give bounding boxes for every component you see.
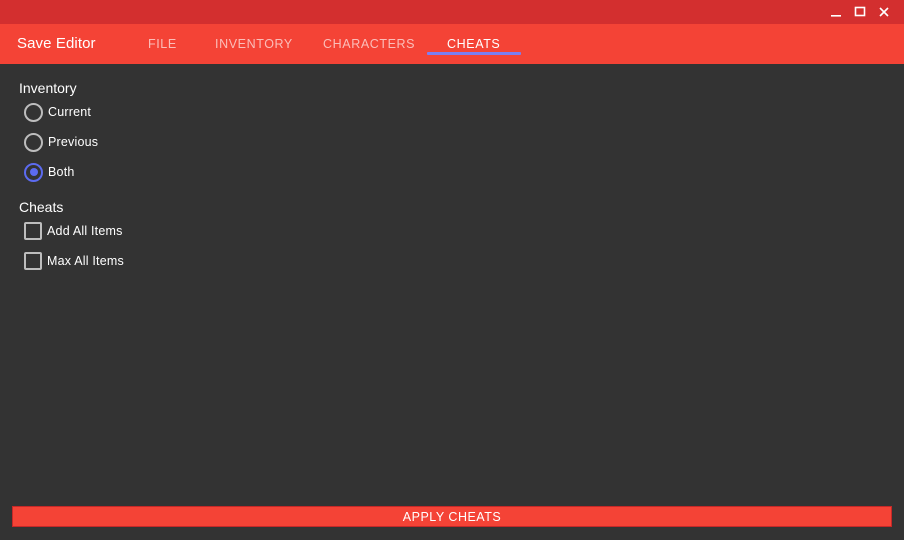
checkbox-add-all-items-box[interactable] bbox=[24, 222, 42, 240]
radio-both-circle[interactable] bbox=[24, 162, 43, 182]
apply-cheats-button[interactable]: APPLY CHEATS bbox=[12, 506, 892, 527]
tab-file[interactable]: FILE bbox=[148, 37, 177, 51]
maximize-icon[interactable] bbox=[851, 3, 869, 21]
checkbox-max-all-items-box[interactable] bbox=[24, 252, 42, 270]
cheats-heading: Cheats bbox=[19, 199, 64, 215]
inventory-heading: Inventory bbox=[19, 80, 77, 96]
app-title: Save Editor bbox=[17, 35, 96, 52]
radio-previous-label: Previous bbox=[48, 135, 99, 149]
radio-current-circle[interactable] bbox=[24, 102, 43, 122]
checkbox-add-all-items[interactable]: Add All Items bbox=[24, 221, 123, 241]
radio-both-label: Both bbox=[48, 165, 75, 179]
minimize-icon[interactable] bbox=[827, 3, 845, 21]
radio-current-label: Current bbox=[48, 105, 92, 119]
radio-both[interactable]: Both bbox=[24, 162, 75, 182]
tab-cheats[interactable]: CHEATS bbox=[447, 37, 500, 51]
radio-previous[interactable]: Previous bbox=[24, 132, 98, 152]
close-icon[interactable] bbox=[875, 3, 893, 21]
radio-previous-circle[interactable] bbox=[24, 132, 43, 152]
checkbox-max-all-items-label: Max All Items bbox=[47, 254, 124, 268]
active-tab-indicator bbox=[427, 52, 521, 55]
window-titlebar[interactable] bbox=[0, 0, 904, 24]
tab-characters[interactable]: CHARACTERS bbox=[323, 37, 415, 51]
checkbox-add-all-items-label: Add All Items bbox=[47, 224, 123, 238]
tab-inventory[interactable]: INVENTORY bbox=[215, 37, 293, 51]
app-bar: Save Editor FILE INVENTORY CHARACTERS CH… bbox=[0, 24, 904, 64]
radio-current[interactable]: Current bbox=[24, 102, 91, 122]
checkbox-max-all-items[interactable]: Max All Items bbox=[24, 251, 124, 271]
